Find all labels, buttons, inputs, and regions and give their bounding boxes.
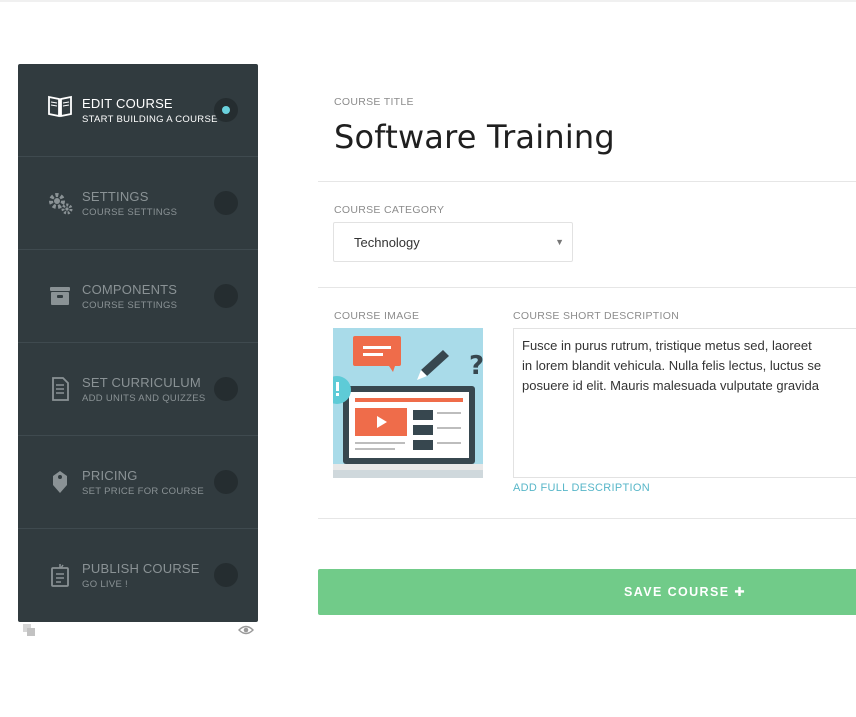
step-title: SET CURRICULUM bbox=[82, 375, 201, 390]
eye-icon[interactable] bbox=[238, 623, 254, 642]
short-description-label: COURSE SHORT DESCRIPTION bbox=[513, 310, 680, 322]
gears-icon bbox=[46, 189, 74, 217]
step-status-dot bbox=[214, 98, 238, 122]
divider bbox=[318, 518, 856, 519]
step-components[interactable]: COMPONENTS COURSE SETTINGS bbox=[18, 250, 258, 343]
step-title: EDIT COURSE bbox=[82, 96, 173, 111]
publish-screen-icon bbox=[46, 561, 74, 589]
top-rule bbox=[0, 0, 856, 2]
step-edit-course[interactable]: EDIT COURSE START BUILDING A COURSE bbox=[18, 64, 258, 157]
step-pricing[interactable]: PRICING SET PRICE FOR COURSE bbox=[18, 436, 258, 529]
divider bbox=[318, 287, 856, 288]
step-subtitle: COURSE SETTINGS bbox=[82, 207, 178, 218]
step-status-dot bbox=[214, 470, 238, 494]
step-status-dot bbox=[214, 191, 238, 215]
step-subtitle: GO LIVE ! bbox=[82, 579, 128, 590]
active-indicator bbox=[222, 106, 230, 114]
short-description-textarea[interactable]: Fusce in purus rutrum, tristique metus s… bbox=[513, 328, 856, 478]
course-category-select[interactable]: Technology ▼ bbox=[333, 222, 573, 262]
step-publish-course[interactable]: PUBLISH COURSE GO LIVE ! bbox=[18, 529, 258, 622]
course-image[interactable]: ? bbox=[333, 328, 483, 478]
open-book-icon bbox=[46, 92, 74, 120]
step-set-curriculum[interactable]: SET CURRICULUM ADD UNITS AND QUIZZES bbox=[18, 343, 258, 436]
step-subtitle: SET PRICE FOR COURSE bbox=[82, 486, 204, 497]
step-settings[interactable]: SETTINGS COURSE SETTINGS bbox=[18, 157, 258, 250]
step-title: PRICING bbox=[82, 468, 138, 483]
add-full-description-link[interactable]: ADD FULL DESCRIPTION bbox=[513, 482, 650, 494]
course-title-label: COURSE TITLE bbox=[334, 96, 414, 108]
step-status-dot bbox=[214, 377, 238, 401]
course-steps-sidebar: EDIT COURSE START BUILDING A COURSE SETT… bbox=[18, 64, 258, 622]
selected-category: Technology bbox=[354, 235, 420, 250]
save-course-label: SAVE COURSE ✚ bbox=[624, 585, 747, 599]
step-title: SETTINGS bbox=[82, 189, 149, 204]
step-title: COMPONENTS bbox=[82, 282, 178, 297]
step-status-dot bbox=[214, 563, 238, 587]
course-title-input[interactable]: Software Training bbox=[334, 118, 615, 156]
step-subtitle: START BUILDING A COURSE bbox=[82, 114, 218, 125]
svg-text:?: ? bbox=[469, 351, 483, 381]
save-course-button[interactable]: SAVE COURSE ✚ bbox=[318, 569, 856, 615]
copy-icon[interactable] bbox=[22, 623, 36, 642]
step-title: PUBLISH COURSE bbox=[82, 561, 200, 576]
course-category-label: COURSE CATEGORY bbox=[334, 204, 445, 216]
course-image-label: COURSE IMAGE bbox=[334, 310, 420, 322]
divider bbox=[318, 181, 856, 182]
archive-box-icon bbox=[46, 282, 74, 310]
step-subtitle: ADD UNITS AND QUIZZES bbox=[82, 393, 206, 404]
price-tag-icon bbox=[46, 468, 74, 496]
chevron-down-icon: ▼ bbox=[555, 237, 564, 247]
step-status-dot bbox=[214, 284, 238, 308]
step-subtitle: COURSE SETTINGS bbox=[82, 300, 178, 311]
document-icon bbox=[46, 375, 74, 403]
